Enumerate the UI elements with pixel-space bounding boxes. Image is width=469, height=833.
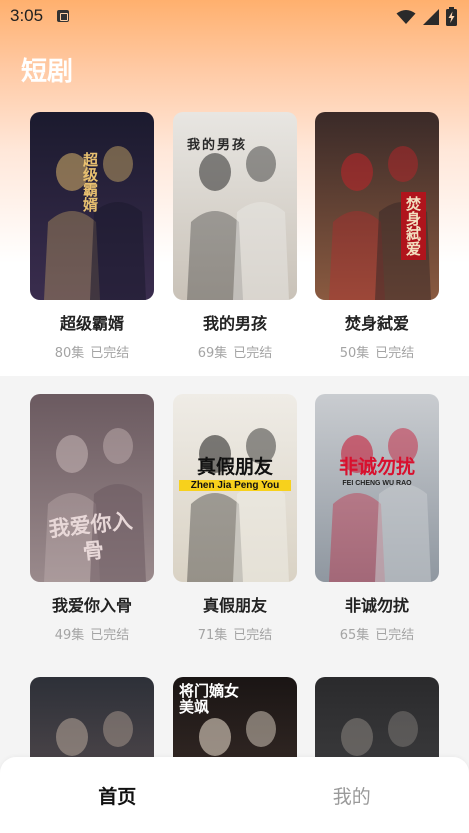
drama-card[interactable]: 我爱你入骨 我爱你入骨 49集 已完结 [30,394,154,643]
poster-title-text: 我爱你入骨 [47,507,134,564]
drama-card[interactable]: 真假朋友 Zhen Jia Peng You 真假朋友 71集 已完结 [173,394,297,643]
poster-subtitle-text: FEI CHENG WU RAO [342,480,412,487]
drama-meta: 65集 已完结 [315,624,439,643]
drama-title: 超级霸婿 [59,314,124,333]
poster-title-text: 超级霸婿 [81,152,99,212]
drama-poster[interactable]: 真假朋友 Zhen Jia Peng You [173,394,297,582]
completion-status: 已完结 [233,346,273,361]
episode-count: 65集 [339,628,370,643]
wifi-icon [396,9,416,24]
app-screen: 3:05 短剧 超级霸婿 超级霸婿 80集已完结 我的男孩 我的男孩 69集 已… [0,0,469,833]
episode-count: 69集 [197,346,228,361]
poster-title-text: 将门嫡女美飒 [179,682,240,716]
bottom-nav: 首页 我的 [0,757,469,833]
poster-subtitle-text: Zhen Jia Peng You [179,480,291,491]
page-title: 短剧 [21,57,74,87]
episode-count: 71集 [197,628,228,643]
drama-poster[interactable]: 我的男孩 [173,112,297,300]
status-icons [396,7,457,26]
poster-title-text: 焚身弑爱 [401,192,426,260]
drama-meta: 69集 已完结 [173,342,297,361]
drama-poster[interactable]: 超级霸婿 [30,112,154,300]
drama-poster[interactable]: 我爱你入骨 [30,394,154,582]
episode-count: 50集 [339,346,370,361]
drama-title: 我的男孩 [202,314,267,333]
completion-status: 已完结 [233,628,273,643]
a-box-icon [57,10,70,22]
poster-title-text: 我的男孩 [187,138,248,153]
completion-status: 已完结 [90,628,130,643]
tab-mine[interactable]: 我的 [235,757,469,833]
poster-title-text: 非诚勿扰 [338,456,415,478]
drama-card[interactable]: 我的男孩 我的男孩 69集 已完结 [173,112,297,361]
drama-card[interactable]: 超级霸婿 超级霸婿 80集 已完结 [30,112,154,361]
drama-meta: 49集 已完结 [30,624,154,643]
signal-icon [423,8,439,25]
episode-count: 49集 [54,628,85,643]
drama-poster[interactable]: 非诚勿扰 FEI CHENG WU RAO [315,394,439,582]
drama-title: 我爱你入骨 [51,596,132,615]
drama-title: 真假朋友 [202,596,267,615]
completion-status: 已完结 [375,628,415,643]
drama-title: 焚身弑爱 [344,314,409,333]
drama-meta: 71集 已完结 [173,624,297,643]
status-bar: 3:05 [0,0,469,32]
drama-card[interactable]: 焚身弑爱 焚身弑爱 50集 已完结 [315,112,439,361]
drama-meta: 80集 已完结 [30,342,154,361]
status-time: 3:05 [10,6,44,25]
episode-count: 80集 [54,346,85,361]
drama-poster[interactable]: 焚身弑爱 [315,112,439,300]
drama-card[interactable]: 非诚勿扰 FEI CHENG WU RAO 非诚勿扰 65集 已完结 [315,394,439,643]
tab-home[interactable]: 首页 [0,757,235,833]
poster-title-text: 真假朋友 [196,456,273,478]
battery-charging-icon [446,7,457,26]
completion-status: 已完结 [375,346,415,361]
drama-title: 非诚勿扰 [344,596,409,615]
drama-meta: 50集 已完结 [315,342,439,361]
completion-status: 已完结 [90,346,130,361]
